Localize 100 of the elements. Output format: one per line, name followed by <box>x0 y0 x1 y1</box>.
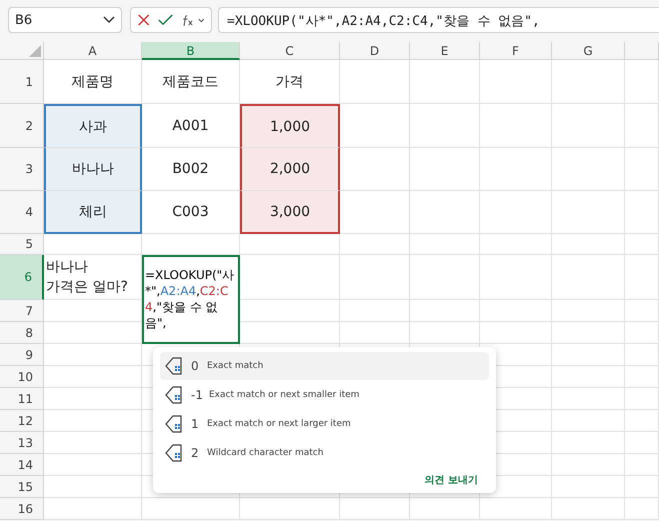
table-cell[interactable] <box>625 300 659 322</box>
table-cell[interactable] <box>552 344 625 366</box>
table-cell[interactable] <box>410 60 480 104</box>
column-header[interactable]: D <box>340 42 410 60</box>
table-cell[interactable]: C003 <box>142 191 240 234</box>
table-cell[interactable] <box>552 104 625 148</box>
table-cell[interactable] <box>625 498 659 520</box>
table-cell[interactable] <box>480 322 552 344</box>
table-cell[interactable] <box>340 300 410 322</box>
row-header[interactable]: 15 <box>0 476 44 498</box>
row-header[interactable]: 6 <box>0 255 44 300</box>
column-header[interactable]: E <box>410 42 480 60</box>
row-header[interactable]: 11 <box>0 388 44 410</box>
table-cell[interactable] <box>480 234 552 255</box>
table-cell[interactable] <box>552 255 625 300</box>
table-cell[interactable] <box>340 60 410 104</box>
table-cell[interactable] <box>240 498 340 520</box>
table-cell[interactable] <box>625 366 659 388</box>
table-cell[interactable] <box>552 366 625 388</box>
table-cell[interactable] <box>44 432 142 454</box>
table-cell[interactable] <box>625 255 659 300</box>
table-cell[interactable] <box>625 410 659 432</box>
table-cell[interactable] <box>480 148 552 191</box>
table-cell[interactable] <box>44 366 142 388</box>
table-cell[interactable]: 바나나 <box>44 148 142 191</box>
table-cell[interactable] <box>625 60 659 104</box>
row-header[interactable]: 9 <box>0 344 44 366</box>
table-cell[interactable] <box>552 388 625 410</box>
table-cell[interactable] <box>480 498 552 520</box>
table-cell[interactable] <box>480 255 552 300</box>
table-cell[interactable] <box>625 476 659 498</box>
table-cell[interactable] <box>552 432 625 454</box>
table-cell[interactable] <box>480 104 552 148</box>
table-cell[interactable] <box>44 454 142 476</box>
table-cell[interactable] <box>340 255 410 300</box>
column-header[interactable]: A <box>44 42 142 60</box>
table-cell[interactable] <box>340 234 410 255</box>
name-box[interactable]: B6 <box>8 7 122 33</box>
column-header[interactable]: G <box>552 42 625 60</box>
row-header[interactable]: 1 <box>0 60 44 104</box>
suggestion-item[interactable]: -1 Exact match or next smaller item <box>160 381 489 409</box>
table-cell[interactable] <box>625 322 659 344</box>
select-all-icon[interactable] <box>29 45 41 57</box>
table-cell[interactable] <box>625 388 659 410</box>
table-cell[interactable] <box>44 388 142 410</box>
table-cell[interactable] <box>625 454 659 476</box>
table-cell[interactable] <box>410 104 480 148</box>
column-header[interactable]: C <box>240 42 340 60</box>
table-cell[interactable] <box>552 498 625 520</box>
row-header[interactable]: 10 <box>0 366 44 388</box>
suggestion-item[interactable]: 1 Exact match or next larger item <box>160 410 489 438</box>
table-cell[interactable] <box>44 410 142 432</box>
table-cell[interactable] <box>552 60 625 104</box>
table-cell[interactable] <box>552 234 625 255</box>
column-header[interactable]: F <box>480 42 552 60</box>
table-cell[interactable] <box>340 148 410 191</box>
table-cell[interactable] <box>625 344 659 366</box>
table-cell[interactable] <box>552 410 625 432</box>
close-icon[interactable] <box>137 12 150 28</box>
table-cell[interactable] <box>340 104 410 148</box>
table-cell[interactable] <box>552 191 625 234</box>
table-cell[interactable] <box>44 344 142 366</box>
row-header[interactable]: 16 <box>0 498 44 520</box>
table-cell[interactable] <box>625 432 659 454</box>
table-cell[interactable] <box>410 191 480 234</box>
table-cell[interactable] <box>340 322 410 344</box>
table-cell[interactable] <box>340 498 410 520</box>
row-header[interactable]: 14 <box>0 454 44 476</box>
table-cell[interactable] <box>44 498 142 520</box>
formula-field[interactable]: =XLOOKUP("사*",A2:A4,C2:C4,"찾을 수 없음", <box>218 7 659 33</box>
table-cell[interactable]: 3,000 <box>240 191 340 234</box>
table-cell[interactable] <box>410 300 480 322</box>
table-cell[interactable] <box>410 322 480 344</box>
table-cell[interactable] <box>340 191 410 234</box>
row-header[interactable]: 2 <box>0 104 44 148</box>
table-cell[interactable] <box>480 300 552 322</box>
table-cell[interactable] <box>480 191 552 234</box>
table-cell[interactable]: 2,000 <box>240 148 340 191</box>
row-header[interactable]: 5 <box>0 234 44 255</box>
cell-editor[interactable]: =XLOOKUP("사*",A2:A4,C2:C4,"찾을 수 없음", <box>142 255 240 344</box>
table-cell[interactable] <box>625 104 659 148</box>
table-cell[interactable] <box>552 322 625 344</box>
table-cell[interactable] <box>625 191 659 234</box>
table-cell[interactable]: B002 <box>142 148 240 191</box>
check-icon[interactable] <box>158 12 174 28</box>
table-cell[interactable] <box>625 148 659 191</box>
table-cell[interactable] <box>44 234 142 255</box>
suggestion-item[interactable]: 2 Wildcard character match <box>160 439 489 467</box>
row-header[interactable]: 12 <box>0 410 44 432</box>
row-header[interactable]: 4 <box>0 191 44 234</box>
suggestion-item[interactable]: 0 Exact match <box>160 352 489 380</box>
column-header[interactable] <box>625 42 659 60</box>
table-cell[interactable] <box>552 148 625 191</box>
table-cell[interactable] <box>142 498 240 520</box>
table-cell[interactable] <box>410 255 480 300</box>
row-header[interactable]: 8 <box>0 322 44 344</box>
table-cell[interactable] <box>410 234 480 255</box>
table-cell[interactable] <box>552 476 625 498</box>
table-cell[interactable]: 제품코드 <box>142 60 240 104</box>
table-cell[interactable] <box>480 60 552 104</box>
